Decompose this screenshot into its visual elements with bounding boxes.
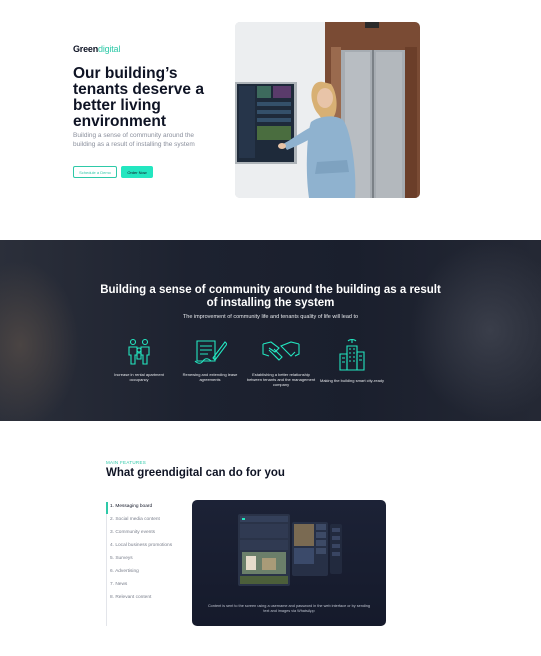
feature-label: Renewing and extending lease agreements [182,372,238,382]
logo-text-digital: digital [98,44,121,54]
band-background-blur-right [410,240,541,421]
menu-item-local-business[interactable]: 4. Local business promotions [110,543,172,548]
section-title: What greendigital can do for you [106,467,285,479]
community-band [0,240,541,421]
menu-item-advertising[interactable]: 6. Advertising [110,569,139,574]
band-background-blur [0,260,80,421]
active-indicator [106,502,108,514]
menu-item-news[interactable]: 7. News [110,582,127,587]
feature-occupancy: Increase in rental apartment occupancy [104,338,174,382]
hero-title: Our building’s tenants deserve a better … [73,65,204,130]
hero-photo-illustration [235,22,420,198]
order-now-button[interactable]: Order Now [121,166,153,178]
contract-icon [194,340,227,364]
feature-label: Making the building smart city-ready [319,378,385,383]
features-menu: 1. Messaging board 2. Social media conte… [106,502,186,626]
menu-item-community-events[interactable]: 3. Community events [110,530,155,535]
menu-item-social-media[interactable]: 2. Social media content [110,517,160,522]
menu-item-surveys[interactable]: 5. Surveys [110,556,133,561]
feature-smart-city: Making the building smart city-ready [317,338,387,383]
menu-item-messaging-board[interactable]: 1. Messaging board [110,504,152,509]
panel-caption: Content is sent to the screen using a us… [207,604,371,613]
messaging-screen-mockup [238,514,342,586]
band-title: Building a sense of community around the… [100,284,441,309]
page: Greendigital Our building’s tenants dese… [0,0,541,656]
handshake-icon [262,341,300,361]
smart-building-icon [339,338,365,371]
feature-relationship: Establishing a better relationship betwe… [246,338,316,387]
hero-subtitle: Building a sense of community around the… [73,132,195,148]
feature-label: Establishing a better relationship betwe… [246,372,316,387]
logo-text-green: Green [73,44,99,54]
band-subtitle: The improvement of community life and te… [182,314,359,320]
feature-lease: Renewing and extending lease agreements [175,338,245,382]
menu-item-relevant-content[interactable]: 8. Relevant content [110,595,151,600]
family-icon [128,338,150,365]
brand-logo[interactable]: Greendigital [73,44,120,54]
feature-label: Increase in rental apartment occupancy [114,372,164,382]
schedule-demo-button[interactable]: Schedule a Demo [73,166,117,178]
section-eyebrow: MAIN FEATURES [106,460,147,465]
hero-photo [235,22,420,198]
